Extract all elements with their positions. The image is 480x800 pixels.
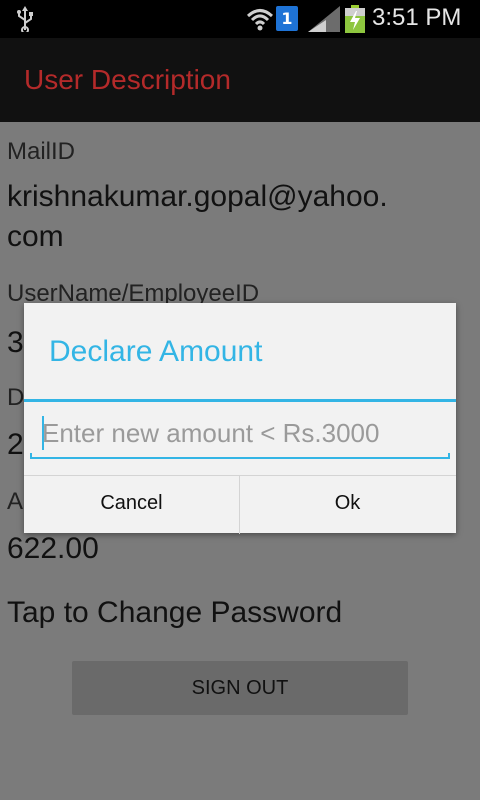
- clock: 3:51 PM: [372, 4, 462, 31]
- sign-out-button[interactable]: SIGN OUT: [72, 661, 408, 715]
- declare-amount-dialog: Declare Amount Cancel Ok: [24, 303, 456, 534]
- page-title: User Description: [24, 64, 231, 95]
- action-bar: User Description: [0, 38, 480, 122]
- amount-input[interactable]: [30, 411, 450, 455]
- sim-icon: 1: [276, 6, 298, 31]
- dialog-title: Declare Amount: [49, 335, 263, 368]
- amount-input-underline: [30, 453, 450, 459]
- wifi-icon: [246, 9, 274, 31]
- field4-value: 622.00: [7, 532, 99, 565]
- signal-icon: [308, 6, 340, 32]
- field3-label: D: [7, 384, 25, 411]
- usb-icon: [17, 6, 33, 32]
- battery-charging-icon: [345, 5, 365, 33]
- mail-label: MailID: [7, 138, 76, 165]
- ok-button[interactable]: Ok: [240, 476, 455, 534]
- field4-label: A: [7, 488, 24, 515]
- status-bar: 1 3:51 PM: [0, 0, 480, 38]
- dialog-button-row: Cancel Ok: [24, 475, 456, 534]
- mail-value-line1: krishnakumar.gopal@yahoo.: [7, 180, 388, 213]
- username-value: 3: [7, 326, 24, 359]
- text-cursor: [42, 416, 44, 450]
- change-password-link[interactable]: Tap to Change Password: [7, 596, 342, 630]
- dialog-title-divider: [24, 399, 456, 402]
- mail-value-line2: com: [7, 220, 64, 253]
- cancel-button[interactable]: Cancel: [24, 476, 239, 534]
- field3-value: 2: [7, 428, 24, 461]
